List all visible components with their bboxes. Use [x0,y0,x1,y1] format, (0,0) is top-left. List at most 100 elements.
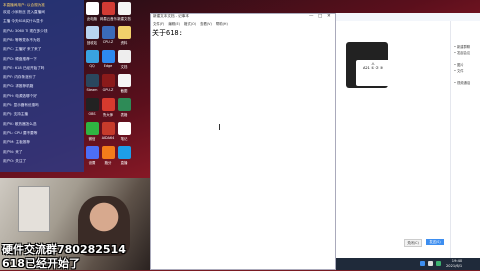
shortcut-label: 直播 [120,161,128,165]
chat-message: 用户E: 618 已经开始了吗 [3,65,45,70]
pc-case [18,186,50,232]
app-icon [117,74,131,87]
menu-format[interactable]: 格式(O) [184,22,196,26]
app-icon [85,50,99,63]
shortcut-label: 微信 [88,137,96,141]
system-clock[interactable]: 19:40 2021/6/1 [446,259,462,269]
shortcut-label: 网易云音乐 [100,17,117,21]
side-panel-item[interactable]: • 文件 [454,68,464,73]
desktop-shortcut-icon[interactable]: 跑分 [100,146,116,165]
volume-icon[interactable] [428,261,433,266]
desktop-shortcut-icon[interactable]: 设置 [84,146,100,165]
close-button[interactable]: 关闭(C) [404,239,422,247]
status-caption: 618已经开始了 [2,257,80,270]
app-icon [85,146,99,159]
menu-help[interactable]: 帮助(H) [216,22,228,26]
app-icon [117,146,131,159]
desktop-shortcut-icon[interactable]: 直播 [116,146,132,165]
app-icon [85,98,99,111]
shortcut-label: Edge [103,64,113,68]
shortcut-label: 鲁大师 [102,113,114,117]
menu-view[interactable]: 查看(V) [200,22,212,26]
shortcut-label: 回收站 [86,41,98,45]
desktop-shortcut-icon[interactable]: 鲁大师 [100,98,116,117]
chat-message: 用户K: 散热器怎么选 [3,121,37,126]
network-icon[interactable] [420,261,425,266]
minimize-button[interactable]: — [309,14,314,19]
app-icon [117,50,131,63]
notepad-menubar: 文件(F) 编辑(E) 格式(O) 查看(V) 帮助(H) [151,21,335,27]
photo-label: ⚠ A21 ① ② ③ [356,60,390,86]
app-icon [101,2,115,15]
desktop-shortcut-icon[interactable]: CPU-Z [100,26,116,44]
wechat-tray-icon[interactable] [436,261,441,266]
desktop-shortcut-icon[interactable]: 新建文档 [116,2,132,21]
shortcut-label: 设置 [88,161,96,165]
chat-message: 用户F: 内存条涨价了 [3,75,36,80]
shortcut-label: 此电脑 [86,17,98,21]
shortcut-label: QQ [89,64,95,68]
chat-header: 本直播间用户: 以合规为准 [3,3,45,7]
side-panel-item[interactable]: • 发起会议 [454,50,470,55]
shortcut-label: CPU-Z [102,40,114,44]
desktop-shortcut-icon[interactable]: 微信 [84,122,100,141]
shortcut-label: OBS [88,112,96,116]
side-panel-item[interactable]: • 图片 [454,62,464,67]
app-icon [101,74,115,87]
app-icon [117,122,131,135]
desktop-shortcut-icon[interactable]: QQ [84,50,100,68]
desktop-shortcut-icon[interactable]: 表格 [116,98,132,117]
app-icon [101,26,115,39]
chat-message: 主播 今天618买什么显卡 [3,19,44,24]
desktop-shortcut-icon[interactable]: 资料 [116,26,132,45]
notepad-titlebar[interactable]: 新建文本文档 - 记事本 — □ ✕ [151,14,335,21]
chat-message: 用户M: 主板推荐 [3,140,31,145]
shared-photo[interactable]: ⚠ A21 ① ② ③ [340,38,394,92]
shortcut-label: Steam [86,88,98,92]
desktop-shortcut-icon[interactable]: OBS [84,98,100,116]
chat-message: 用户N: 来了 [3,149,23,154]
app-icon [101,50,115,63]
desktop-shortcut-icon[interactable]: 笔记 [116,122,132,141]
shortcut-label: AIDA64 [101,136,115,140]
clock-date: 2021/6/1 [446,264,463,268]
notepad-window[interactable]: 新建文本文档 - 记事本 — □ ✕ 文件(F) 编辑(E) 格式(O) 查看(V) 帮… [150,13,336,270]
app-icon [117,98,131,111]
chat-message: 用户J: 支持主播 [3,112,28,117]
side-panel-item[interactable]: • 新建群聊 [454,44,470,49]
desktop-shortcut-icon[interactable]: AIDA64 [100,122,116,140]
app-icon [85,26,99,39]
close-icon[interactable]: ✕ [327,14,331,19]
app-icon [85,74,99,87]
desktop-shortcut-icon[interactable]: 此电脑 [84,2,100,21]
chat-message: 用户D: 硬盘推荐一下 [3,56,37,61]
menu-edit[interactable]: 编辑(E) [168,22,180,26]
app-icon [101,98,115,111]
desktop-shortcut-icon[interactable]: 网易云音乐 [100,2,117,21]
chat-message: 用户L: CPU 要不要等 [3,130,38,135]
send-button[interactable]: 发送(S) [426,239,444,245]
desktop-shortcut-icon[interactable]: Steam [84,74,100,92]
app-icon [117,2,131,15]
app-icon [117,26,131,39]
chat-message: 用户O: 关注了 [3,158,27,163]
chat-message: 用户G: 求推荐机箱 [3,84,34,89]
maximize-button[interactable]: □ [318,14,322,19]
desktop-shortcut-icon[interactable]: 回收站 [84,26,100,45]
desktop-shortcut-icon[interactable]: 文档 [116,50,132,69]
shortcut-label: GPU-Z [102,88,114,92]
live-chat-overlay: 本直播间用户: 以合规为准 欢迎 小米粉丝 进入直播间 主播 今天618买什么显卡… [0,0,84,172]
app-icon [85,122,99,135]
desktop-shortcut-icon[interactable]: 截图 [116,74,132,93]
chat-message: 用户I: 显示器有优惠吗 [3,103,39,107]
app-divider [450,21,451,261]
side-panel-item[interactable]: • 视频通话 [454,80,470,85]
photo-label-text: A21 ① ② ③ [362,66,384,70]
app-icon [85,2,99,15]
notepad-title: 新建文本文档 - 记事本 [153,14,189,18]
notepad-text-area[interactable]: 关于618: [152,28,183,38]
desktop-shortcut-icon[interactable]: GPU-Z [100,74,116,92]
menu-file[interactable]: 文件(F) [153,22,164,26]
shortcut-label: 跑分 [104,161,112,165]
desktop-shortcut-icon[interactable]: Edge [100,50,116,68]
